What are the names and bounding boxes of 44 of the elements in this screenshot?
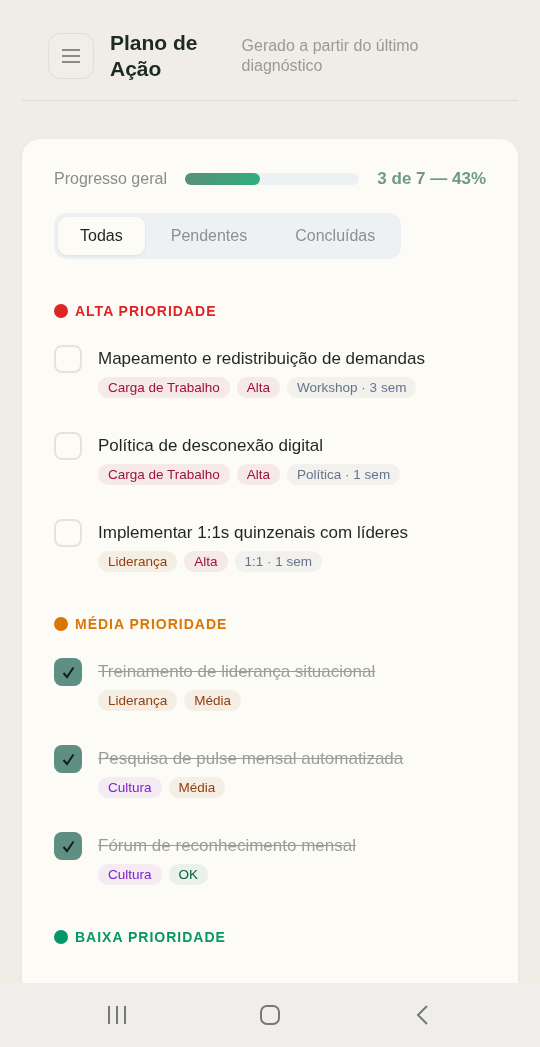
task-tag: Alta bbox=[236, 464, 281, 485]
task-tag: Liderança bbox=[98, 551, 178, 572]
task-checkbox[interactable] bbox=[54, 832, 82, 860]
page-subtitle: Gerado a partir do último diagnóstico bbox=[241, 36, 420, 76]
check-icon bbox=[61, 839, 75, 853]
task-checkbox[interactable] bbox=[54, 658, 82, 686]
task-tag: Alta bbox=[236, 377, 281, 398]
task-title: Mapeamento e redistribuição de demandas bbox=[98, 349, 425, 369]
menu-button[interactable] bbox=[48, 33, 94, 79]
task-tag: Carga de Trabalho bbox=[98, 377, 230, 398]
task-title: Treinamento de liderança situacional bbox=[98, 662, 376, 682]
check-icon bbox=[61, 665, 75, 679]
task-tag: Alta bbox=[184, 551, 228, 572]
filter-tab[interactable]: Concluídas bbox=[273, 217, 398, 255]
filter-tab[interactable]: Todas bbox=[58, 217, 145, 255]
task-tag: Carga de Trabalho bbox=[98, 464, 230, 485]
task-checkbox[interactable] bbox=[54, 519, 82, 547]
section-heading: ALTA PRIORIDADE bbox=[75, 303, 217, 319]
task-tag: OK bbox=[168, 864, 209, 885]
task-title: Fórum de reconhecimento mensal bbox=[98, 836, 356, 856]
task-title: Política de desconexão digital bbox=[98, 436, 324, 456]
section-heading: BAIXA PRIORIDADE bbox=[75, 929, 226, 945]
filter-tab[interactable]: Pendentes bbox=[148, 217, 270, 255]
progress-reading: 3 de 7 — 43% bbox=[377, 169, 486, 189]
task-checkbox[interactable] bbox=[54, 432, 82, 460]
task-tag: Cultura bbox=[98, 864, 162, 885]
task-tag: Liderança bbox=[98, 690, 178, 711]
home-icon[interactable] bbox=[259, 1004, 281, 1026]
section-heading: MÉDIA PRIORIDADE bbox=[75, 616, 228, 632]
task-tag: Workshop · 3 sem bbox=[287, 377, 417, 398]
task-tag: Média bbox=[168, 777, 226, 798]
page-title: Plano de Ação bbox=[110, 30, 198, 82]
task-title: Implementar 1:1s quinzenais com líderes bbox=[98, 523, 408, 543]
task-title: Pesquisa de pulse mensal automatizada bbox=[98, 749, 404, 769]
task-checkbox[interactable] bbox=[54, 345, 82, 373]
task-tag: Média bbox=[184, 690, 242, 711]
recent-apps-icon[interactable] bbox=[105, 1004, 128, 1026]
task-tag: Política · 1 sem bbox=[287, 464, 401, 485]
task-tag: Cultura bbox=[98, 777, 162, 798]
progress-label: Progresso geral bbox=[54, 170, 167, 188]
menu-icon bbox=[62, 49, 80, 63]
check-icon bbox=[61, 752, 75, 766]
task-tag: 1:1 · 1 sem bbox=[234, 551, 323, 572]
task-checkbox[interactable] bbox=[54, 745, 82, 773]
